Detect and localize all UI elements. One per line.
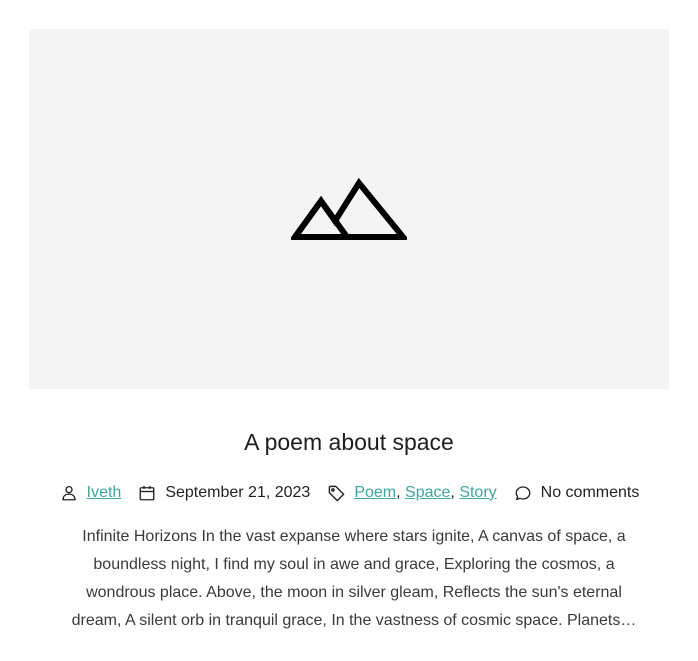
author-link[interactable]: Iveth bbox=[87, 484, 122, 502]
tag-separator: , bbox=[396, 484, 401, 501]
tag-separator: , bbox=[450, 484, 455, 501]
tag-link-poem[interactable]: Poem bbox=[354, 484, 396, 502]
comment-bubble-icon bbox=[513, 483, 533, 503]
tag-link-story[interactable]: Story bbox=[459, 484, 496, 502]
calendar-icon bbox=[137, 483, 157, 503]
featured-image-placeholder[interactable] bbox=[29, 29, 669, 389]
mountains-placeholder-icon bbox=[291, 177, 407, 241]
post-excerpt: Infinite Horizons In the vast expanse wh… bbox=[71, 528, 637, 629]
tag-icon bbox=[326, 483, 346, 503]
comments-link[interactable]: No comments bbox=[541, 484, 640, 502]
post-title[interactable]: A poem about space bbox=[0, 424, 698, 460]
post-comments: No comments bbox=[513, 483, 640, 503]
user-icon bbox=[59, 483, 79, 503]
post-author: Iveth bbox=[59, 483, 122, 503]
post-date: September 21, 2023 bbox=[137, 483, 310, 503]
post-tags: Poem, Space, Story bbox=[326, 483, 497, 503]
post-meta: Iveth September 21, 2023 Poem, Space, St… bbox=[0, 480, 698, 506]
date-text: September 21, 2023 bbox=[165, 484, 311, 501]
tag-link-space[interactable]: Space bbox=[405, 484, 450, 502]
